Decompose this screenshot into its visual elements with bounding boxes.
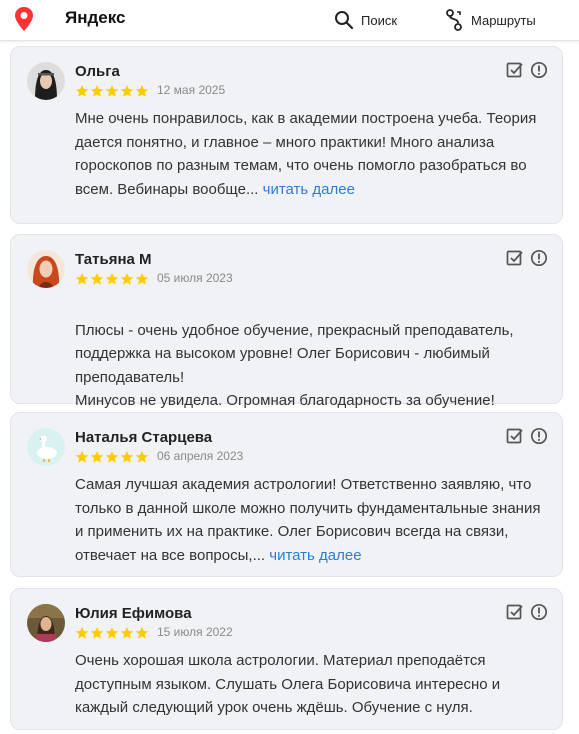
review-date: 15 июля 2022 <box>157 625 233 639</box>
star-icon <box>90 626 104 639</box>
edit-check-icon[interactable] <box>506 427 524 445</box>
star-icon <box>105 272 119 285</box>
review-card: Наталья Старцева 06 апреля 2023 Самая лу… <box>10 412 563 577</box>
review-text-content: Очень хорошая школа астрологии. Материал… <box>75 652 501 716</box>
star-icon <box>105 450 119 463</box>
star-icon <box>90 84 104 97</box>
read-more-link[interactable]: читать далее <box>263 181 355 198</box>
star-icon <box>75 450 89 463</box>
search-icon <box>335 11 354 30</box>
search-button[interactable]: Поиск <box>334 6 397 34</box>
edit-check-icon[interactable] <box>506 61 524 79</box>
star-icon <box>135 626 149 639</box>
review-actions <box>500 61 548 79</box>
report-icon[interactable] <box>530 61 548 79</box>
avatar[interactable] <box>27 604 65 642</box>
review-text: Очень хорошая школа астрологии. Материал… <box>75 649 548 720</box>
reviewer-name[interactable]: Юлия Ефимова <box>75 605 192 622</box>
star-icon <box>135 450 149 463</box>
report-icon[interactable] <box>530 249 548 267</box>
star-icon <box>105 626 119 639</box>
review-actions <box>500 249 548 267</box>
star-icon <box>90 272 104 285</box>
review-text: Мне очень понравилось, как в академии по… <box>75 107 548 201</box>
avatar[interactable] <box>27 428 65 466</box>
read-more-link[interactable]: читать далее <box>269 547 361 564</box>
review-card: Ольга 12 мая 2025 Мне очень понравилось,… <box>10 46 563 224</box>
reviewer-name[interactable]: Татьяна М <box>75 251 152 268</box>
star-icon <box>90 450 104 463</box>
star-icon <box>120 450 134 463</box>
star-icon <box>120 84 134 97</box>
star-icon <box>135 272 149 285</box>
avatar[interactable] <box>27 250 65 288</box>
edit-check-icon[interactable] <box>506 603 524 621</box>
reviewer-name[interactable]: Ольга <box>75 63 120 80</box>
star-icon <box>75 84 89 97</box>
review-actions <box>500 603 548 621</box>
edit-check-icon[interactable] <box>506 249 524 267</box>
review-card: Татьяна М 05 июля 2023 Плюсы - очень удо… <box>10 234 563 409</box>
review-text-content: Плюсы - очень удобное обучение, прекрасн… <box>75 321 514 410</box>
routes-label: Маршруты <box>471 12 536 28</box>
star-icon <box>105 84 119 97</box>
star-icon <box>120 272 134 285</box>
report-icon[interactable] <box>530 603 548 621</box>
review-text: Плюсы - очень удобное обучение, прекрасн… <box>75 295 548 413</box>
rating-stars <box>75 272 150 286</box>
rating-stars <box>75 450 150 464</box>
routes-button[interactable]: Маршруты <box>444 6 536 34</box>
report-icon[interactable] <box>530 427 548 445</box>
reviewer-name[interactable]: Наталья Старцева <box>75 429 212 446</box>
star-icon <box>75 626 89 639</box>
review-text: Самая лучшая академия астрологии! Ответс… <box>75 473 548 567</box>
star-icon <box>75 272 89 285</box>
star-icon <box>135 84 149 97</box>
rating-stars <box>75 84 150 98</box>
review-date: 05 июля 2023 <box>157 271 233 285</box>
review-actions <box>500 427 548 445</box>
review-date: 12 мая 2025 <box>157 83 226 97</box>
routes-icon <box>446 9 462 31</box>
top-bar: Яндекс Поиск Маршруты <box>0 0 579 41</box>
star-icon <box>120 626 134 639</box>
brand-logo[interactable]: Яндекс <box>65 8 125 28</box>
search-label: Поиск <box>361 12 398 28</box>
review-card: Юлия Ефимова 15 июля 2022 Очень хорошая … <box>10 588 563 730</box>
avatar[interactable] <box>27 62 65 100</box>
map-pin-logo-icon[interactable] <box>14 6 34 32</box>
rating-stars <box>75 626 150 640</box>
review-date: 06 апреля 2023 <box>157 449 244 463</box>
